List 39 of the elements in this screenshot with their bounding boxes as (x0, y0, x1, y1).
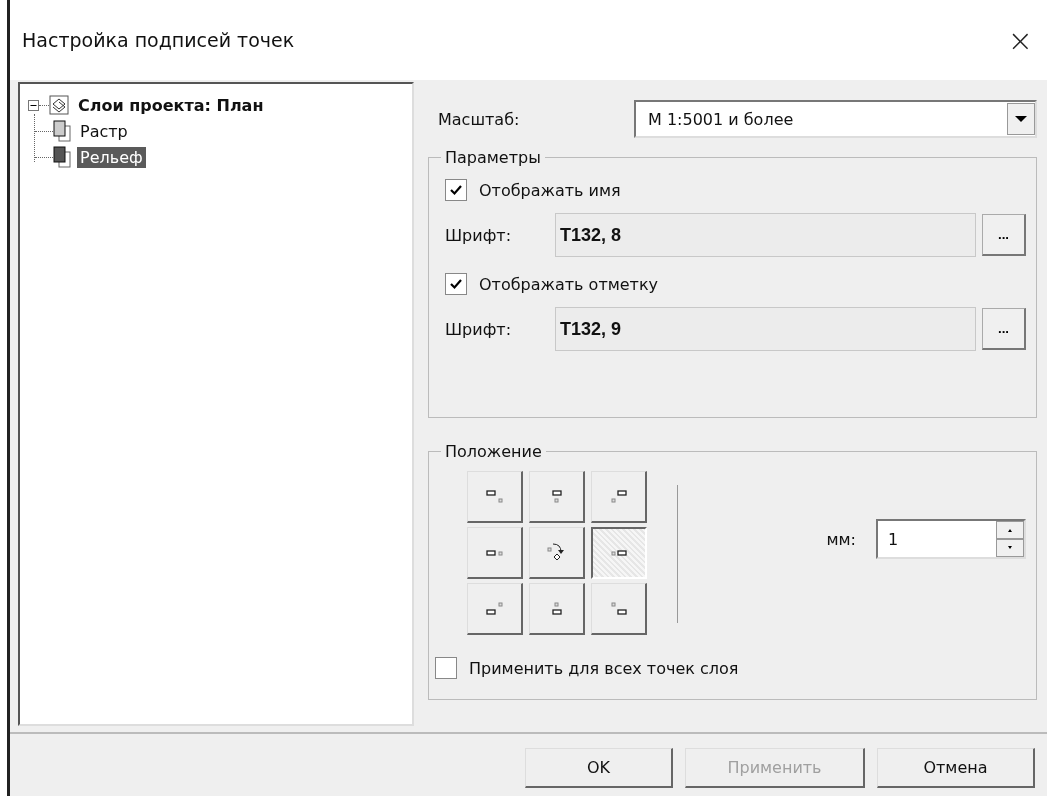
collapse-toggle[interactable] (28, 99, 39, 111)
label-position-icon (611, 550, 627, 556)
checkbox[interactable] (445, 273, 467, 295)
check-icon (449, 277, 463, 291)
tree-item[interactable]: Рельеф (77, 146, 146, 168)
label-position-icon (486, 602, 503, 615)
scale-dropdown[interactable]: М 1:5001 и более (634, 100, 1037, 138)
close-button[interactable]: × (999, 22, 1041, 58)
group-title: Параметры (444, 148, 542, 167)
browse-button[interactable]: ... (982, 308, 1026, 350)
group-title: Положение (444, 442, 543, 461)
dialog-button[interactable]: Отмена (877, 748, 1035, 788)
font-label: Шрифт: (445, 225, 513, 245)
spinner-arrows-icon (996, 521, 1024, 557)
dialog-button[interactable]: OK (525, 748, 673, 788)
offset-spinner[interactable]: 1 (876, 519, 1026, 559)
checkbox-label: Отображать имя (479, 180, 621, 200)
font-label: Шрифт: (445, 319, 513, 339)
offset-label: мм: (826, 529, 856, 549)
label-position-icon (486, 490, 503, 503)
checkbox-label: Применить для всех точек слоя (469, 658, 739, 678)
checkbox[interactable] (435, 657, 457, 679)
checkbox-label: Отображать отметку (479, 274, 659, 294)
label-position-icon (486, 549, 503, 556)
label-position-icon (551, 490, 562, 503)
position-button[interactable] (591, 527, 647, 579)
tree-item[interactable]: Слои проекта: План (75, 94, 267, 116)
label-position-icon (610, 490, 627, 503)
font-field: T132, 8 (555, 213, 976, 257)
checkbox[interactable] (445, 179, 467, 201)
browse-button[interactable]: ... (982, 214, 1026, 256)
tree-item[interactable]: Растр (77, 120, 131, 142)
window-title: Настройка подписей точек (22, 29, 295, 51)
check-icon (449, 183, 463, 197)
layers-icon (49, 95, 69, 115)
label-position-icon (551, 602, 562, 615)
scale-label: Масштаб: (437, 109, 521, 129)
font-field: T132, 9 (555, 307, 976, 351)
label-position-icon (610, 602, 627, 615)
